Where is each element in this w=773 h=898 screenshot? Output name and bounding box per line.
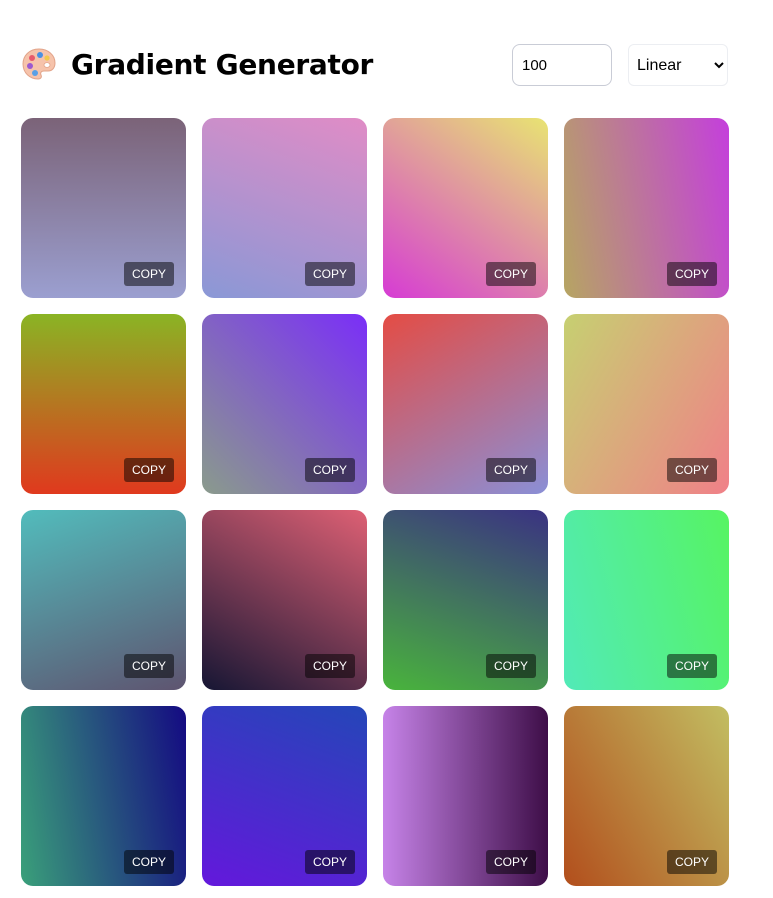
gradient-card: COPY: [383, 510, 548, 690]
gradient-type-select[interactable]: Linear: [628, 44, 728, 86]
gradient-grid: COPY COPY COPY COPY COPY COPY COPY COPY COPY COPY…: [21, 118, 729, 886]
page-title: Gradient Generator: [71, 47, 374, 81]
gradient-card: COPY: [383, 118, 548, 298]
header: Gradient Generator Linear: [21, 36, 728, 92]
gradient-card: COPY: [202, 510, 367, 690]
copy-button[interactable]: COPY: [123, 458, 174, 482]
copy-button[interactable]: COPY: [304, 458, 355, 482]
gradient-card: COPY: [564, 314, 729, 494]
gradient-card: COPY: [21, 118, 186, 298]
copy-button[interactable]: COPY: [123, 262, 174, 286]
gradient-card: COPY: [383, 706, 548, 886]
gradient-card: COPY: [21, 510, 186, 690]
title-group: Gradient Generator: [21, 42, 373, 86]
copy-button[interactable]: COPY: [666, 850, 717, 874]
gradient-generator-page: Gradient Generator Linear COPYCOPYCOPYCO…: [0, 0, 773, 898]
gradient-card: COPY: [202, 118, 367, 298]
copy-button[interactable]: COPY: [304, 262, 355, 286]
copy-button[interactable]: COPY: [485, 654, 536, 678]
gradient-card: COPY: [564, 118, 729, 298]
copy-button[interactable]: COPY: [123, 654, 174, 678]
gradient-card: COPY: [21, 314, 186, 494]
gradient-card: COPY: [383, 314, 548, 494]
copy-button[interactable]: COPY: [666, 654, 717, 678]
palette-icon: [22, 48, 56, 80]
gradient-card: COPY: [21, 706, 186, 886]
gradient-card: COPY: [564, 706, 729, 886]
gradient-card: COPY: [202, 706, 367, 886]
copy-button[interactable]: COPY: [485, 262, 536, 286]
copy-button[interactable]: COPY: [485, 850, 536, 874]
copy-button[interactable]: COPY: [123, 850, 174, 874]
copy-button[interactable]: COPY: [666, 458, 717, 482]
gradient-card: COPY: [202, 314, 367, 494]
copy-button[interactable]: COPY: [666, 262, 717, 286]
gradient-card: COPY: [564, 510, 729, 690]
copy-button[interactable]: COPY: [304, 654, 355, 678]
count-input[interactable]: [512, 44, 612, 86]
copy-button[interactable]: COPY: [485, 458, 536, 482]
copy-button[interactable]: COPY: [304, 850, 355, 874]
